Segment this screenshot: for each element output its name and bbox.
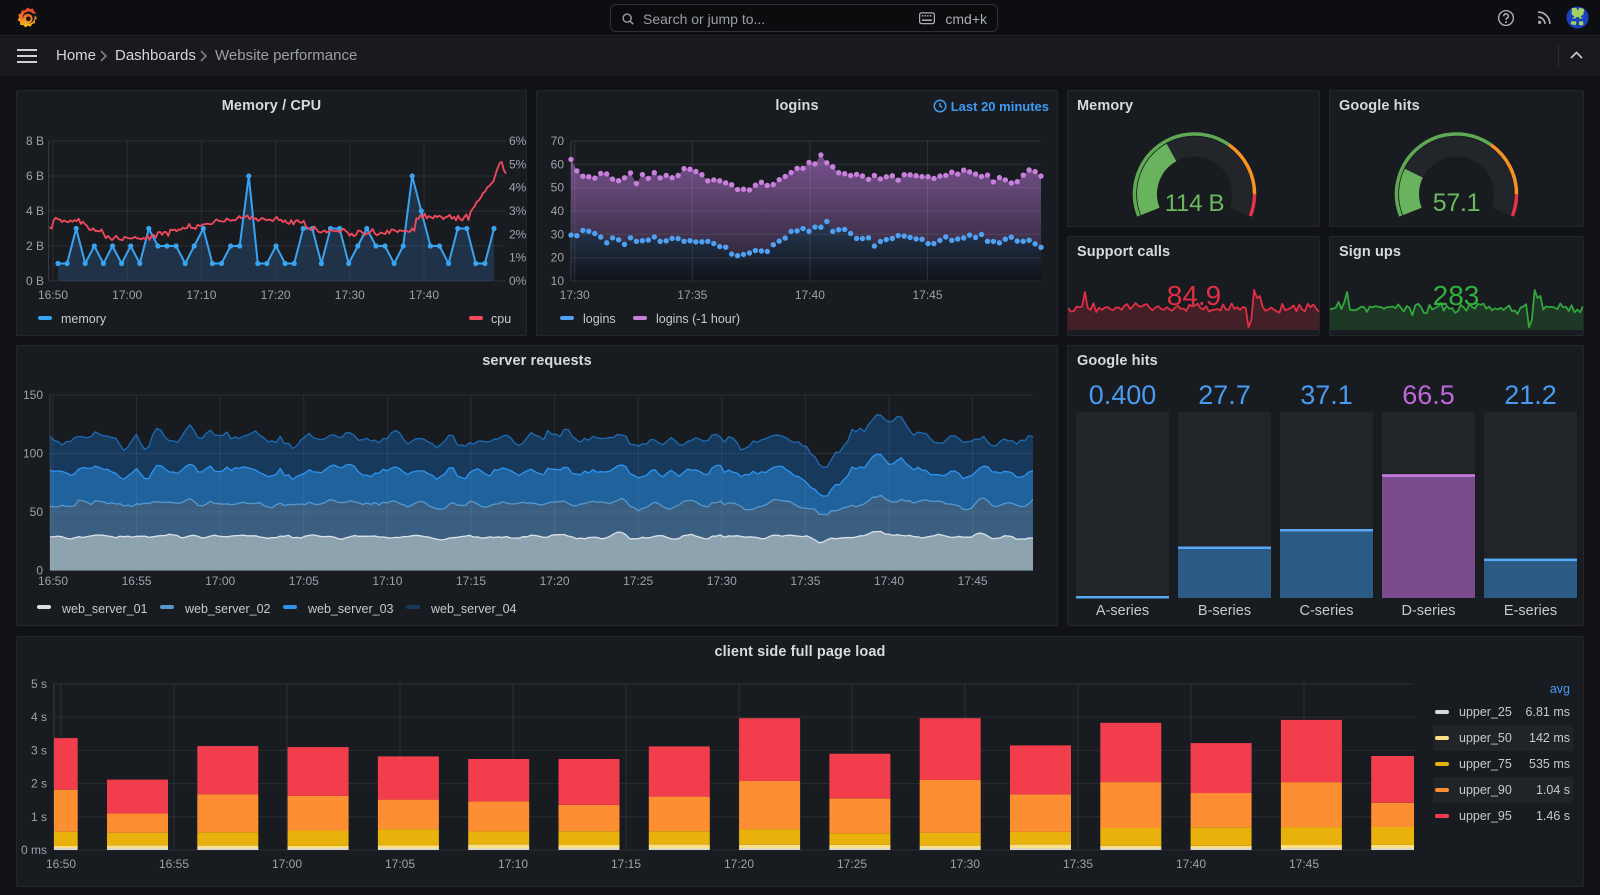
svg-text:17:25: 17:25	[837, 857, 867, 871]
svg-text:70: 70	[551, 134, 565, 148]
svg-text:3%: 3%	[509, 204, 526, 218]
svg-text:17:40: 17:40	[795, 288, 825, 302]
svg-text:17:40: 17:40	[409, 288, 439, 302]
svg-text:web_server_03: web_server_03	[307, 602, 394, 616]
svg-text:2 B: 2 B	[26, 239, 44, 253]
svg-text:2%: 2%	[509, 227, 526, 241]
svg-text:logins (-1 hour): logins (-1 hour)	[656, 312, 740, 326]
svg-text:17:10: 17:10	[498, 857, 528, 871]
svg-text:37.1: 37.1	[1300, 380, 1353, 410]
svg-text:17:45: 17:45	[958, 574, 988, 588]
svg-text:web_server_02: web_server_02	[184, 602, 271, 616]
svg-text:17:00: 17:00	[272, 857, 302, 871]
svg-text:30: 30	[551, 227, 565, 241]
svg-text:17:20: 17:20	[540, 574, 570, 588]
svg-text:16:50: 16:50	[46, 857, 76, 871]
svg-text:upper_90: upper_90	[1459, 783, 1512, 797]
svg-text:1%: 1%	[509, 251, 526, 265]
svg-text:0 ms: 0 ms	[21, 843, 47, 857]
svg-text:16:55: 16:55	[159, 857, 189, 871]
svg-text:cpu: cpu	[491, 312, 511, 326]
svg-text:1.04 s: 1.04 s	[1536, 783, 1570, 797]
svg-text:0: 0	[36, 564, 43, 578]
svg-text:84.9: 84.9	[1167, 280, 1222, 311]
svg-text:5%: 5%	[509, 157, 526, 171]
svg-text:0%: 0%	[509, 274, 526, 288]
svg-text:10: 10	[551, 274, 565, 288]
svg-text:17:30: 17:30	[335, 288, 365, 302]
svg-text:17:15: 17:15	[611, 857, 641, 871]
svg-text:17:05: 17:05	[385, 857, 415, 871]
svg-text:3 s: 3 s	[31, 743, 47, 757]
svg-text:21.2: 21.2	[1504, 380, 1557, 410]
svg-text:E-series: E-series	[1504, 603, 1557, 619]
svg-text:17:35: 17:35	[677, 288, 707, 302]
svg-text:17:20: 17:20	[261, 288, 291, 302]
svg-text:6.81 ms: 6.81 ms	[1526, 705, 1570, 719]
svg-text:17:30: 17:30	[560, 288, 590, 302]
svg-text:150: 150	[23, 388, 43, 402]
svg-text:17:35: 17:35	[790, 574, 820, 588]
svg-text:17:45: 17:45	[912, 288, 942, 302]
svg-text:60: 60	[551, 157, 565, 171]
svg-text:17:15: 17:15	[456, 574, 486, 588]
svg-text:avg: avg	[1550, 682, 1570, 696]
svg-text:50: 50	[30, 505, 44, 519]
svg-text:6%: 6%	[509, 134, 526, 148]
svg-text:upper_95: upper_95	[1459, 809, 1512, 823]
svg-text:upper_75: upper_75	[1459, 757, 1512, 771]
svg-text:B-series: B-series	[1198, 603, 1251, 619]
svg-text:16:50: 16:50	[38, 288, 68, 302]
svg-text:17:30: 17:30	[707, 574, 737, 588]
svg-text:100: 100	[23, 447, 43, 461]
svg-text:17:00: 17:00	[205, 574, 235, 588]
svg-text:1 s: 1 s	[31, 810, 47, 824]
svg-text:114 B: 114 B	[1165, 190, 1224, 217]
svg-text:27.7: 27.7	[1198, 380, 1251, 410]
svg-text:17:45: 17:45	[1289, 857, 1319, 871]
svg-text:17:25: 17:25	[623, 574, 653, 588]
svg-text:4 B: 4 B	[26, 204, 44, 218]
svg-text:17:05: 17:05	[289, 574, 319, 588]
svg-text:1.46 s: 1.46 s	[1536, 809, 1570, 823]
svg-text:web_server_04: web_server_04	[430, 602, 517, 616]
svg-text:C-series: C-series	[1300, 603, 1354, 619]
svg-text:4%: 4%	[509, 181, 526, 195]
svg-text:web_server_01: web_server_01	[61, 602, 148, 616]
svg-text:8 B: 8 B	[26, 134, 44, 148]
svg-text:4 s: 4 s	[31, 710, 47, 724]
svg-text:283: 283	[1433, 280, 1480, 311]
svg-text:6 B: 6 B	[26, 169, 44, 183]
svg-text:57.1: 57.1	[1433, 189, 1480, 217]
svg-text:17:00: 17:00	[112, 288, 142, 302]
svg-text:17:35: 17:35	[1063, 857, 1093, 871]
svg-text:16:55: 16:55	[122, 574, 152, 588]
svg-text:0.400: 0.400	[1089, 380, 1157, 410]
svg-text:logins: logins	[583, 312, 616, 326]
svg-text:17:10: 17:10	[186, 288, 216, 302]
svg-text:17:40: 17:40	[1176, 857, 1206, 871]
svg-text:17:10: 17:10	[372, 574, 402, 588]
svg-text:2 s: 2 s	[31, 777, 47, 791]
svg-text:upper_50: upper_50	[1459, 731, 1512, 745]
svg-text:A-series: A-series	[1096, 603, 1149, 619]
svg-text:upper_25: upper_25	[1459, 705, 1512, 719]
svg-text:142 ms: 142 ms	[1529, 731, 1570, 745]
svg-text:memory: memory	[61, 312, 107, 326]
svg-text:D-series: D-series	[1402, 603, 1456, 619]
svg-text:0 B: 0 B	[26, 274, 44, 288]
svg-text:20: 20	[551, 251, 565, 265]
svg-text:66.5: 66.5	[1402, 380, 1455, 410]
svg-text:40: 40	[551, 204, 565, 218]
svg-text:17:30: 17:30	[950, 857, 980, 871]
svg-text:5 s: 5 s	[31, 677, 47, 691]
svg-text:50: 50	[551, 181, 565, 195]
svg-text:535 ms: 535 ms	[1529, 757, 1570, 771]
svg-text:17:40: 17:40	[874, 574, 904, 588]
svg-text:17:20: 17:20	[724, 857, 754, 871]
